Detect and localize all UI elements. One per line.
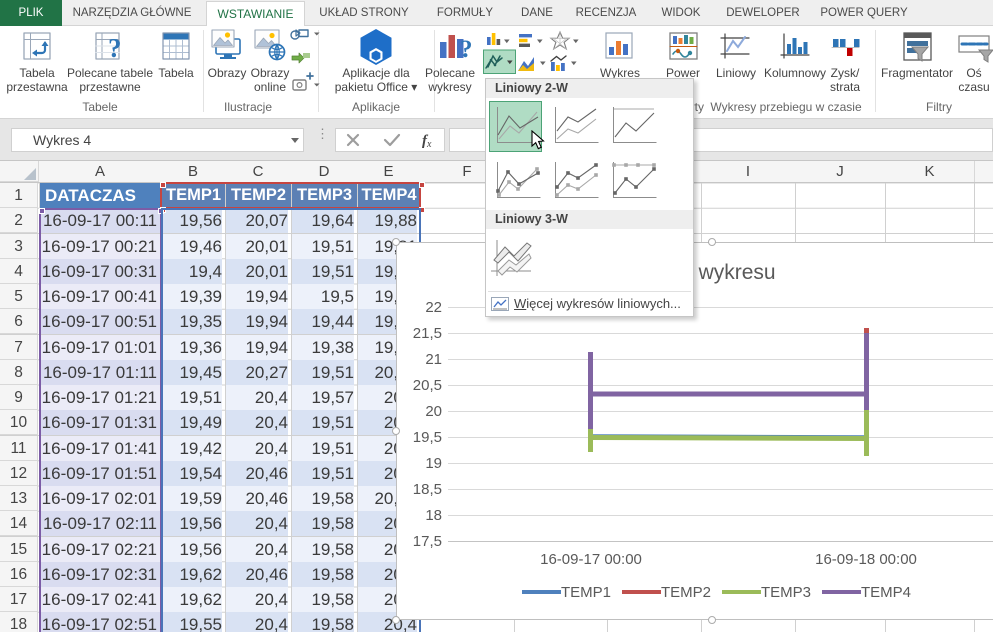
- svg-text:?: ?: [108, 33, 122, 63]
- svg-text:x: x: [426, 139, 432, 150]
